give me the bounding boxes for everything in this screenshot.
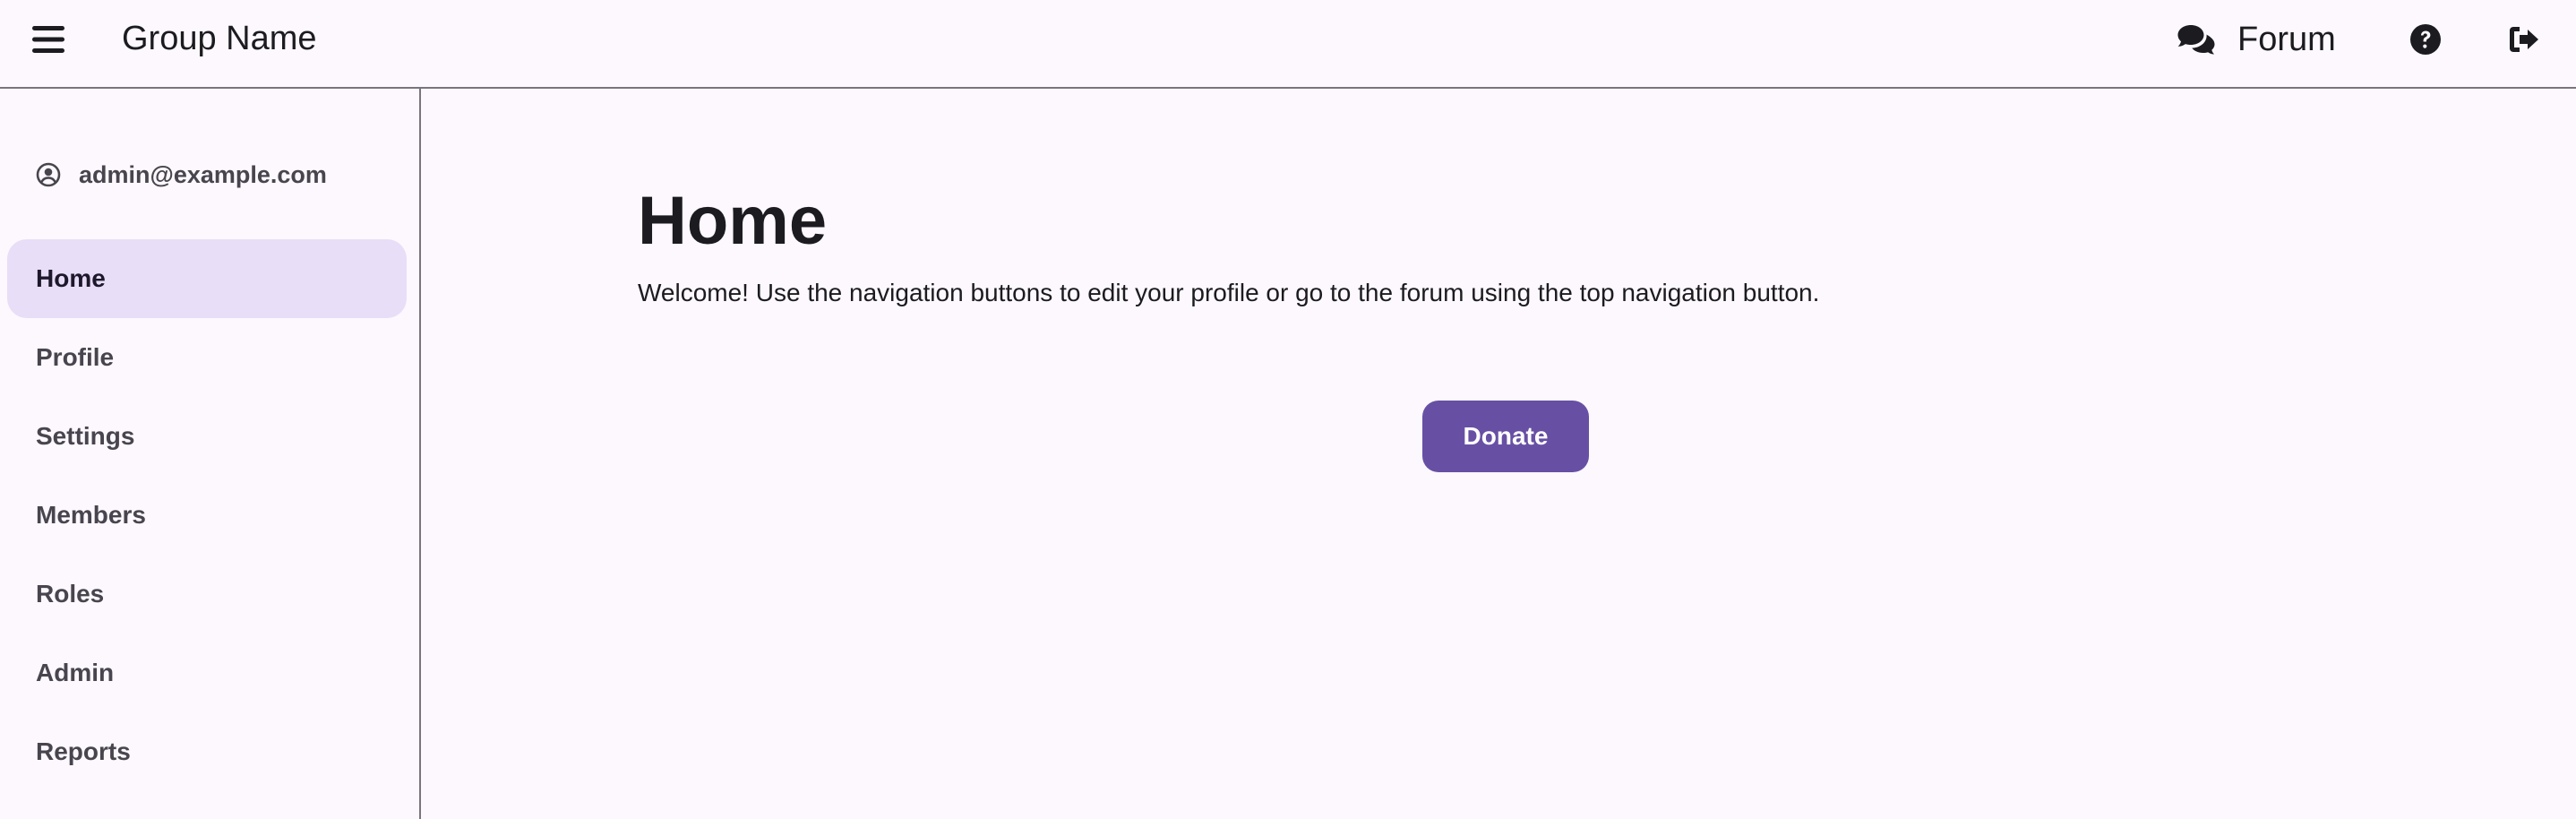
sidebar-item-label: Admin [36, 659, 115, 686]
sidebar-item-reports[interactable]: Reports [7, 712, 407, 791]
forum-label: Forum [2237, 20, 2336, 58]
sign-out-icon [2510, 27, 2538, 52]
menu-button[interactable] [27, 18, 70, 61]
sidebar-item-label: Profile [36, 343, 115, 371]
sidebar-item-label: Settings [36, 422, 135, 450]
welcome-message: Welcome! Use the navigation buttons to e… [638, 279, 1820, 306]
sidebar-item-label: Roles [36, 580, 105, 608]
sidebar-item-admin[interactable]: Admin [7, 634, 407, 712]
sidebar-item-home[interactable]: Home [7, 239, 407, 318]
sidebar-item-label: Members [36, 501, 146, 529]
page-title: Home [638, 183, 828, 259]
sidebar-item-members[interactable]: Members [7, 476, 407, 555]
main-content: Home Welcome! Use the navigation buttons… [421, 89, 2576, 819]
user-circle-icon [36, 162, 61, 187]
logout-button[interactable] [2503, 18, 2546, 61]
user-email: admin@example.com [79, 160, 327, 188]
sidebar-item-profile[interactable]: Profile [7, 318, 407, 397]
donate-button[interactable]: Donate [1422, 401, 1589, 472]
top-app-bar: Group Name Forum [0, 0, 2576, 89]
sidebar-item-roles[interactable]: Roles [7, 555, 407, 634]
sidebar: admin@example.com Home Profile Settings … [0, 89, 421, 819]
sidebar-item-label: Reports [36, 737, 131, 765]
user-info: admin@example.com [36, 153, 327, 196]
help-button[interactable] [2404, 18, 2447, 61]
comments-icon [2177, 22, 2216, 57]
sidebar-item-settings[interactable]: Settings [7, 397, 407, 476]
sidebar-item-label: Home [36, 264, 106, 292]
sidebar-nav: Home Profile Settings Members Roles Admi… [7, 239, 407, 791]
forum-button[interactable]: Forum [2177, 13, 2336, 66]
question-circle-icon [2410, 24, 2441, 55]
app-title: Group Name [122, 20, 317, 57]
hamburger-menu-icon [32, 26, 64, 53]
